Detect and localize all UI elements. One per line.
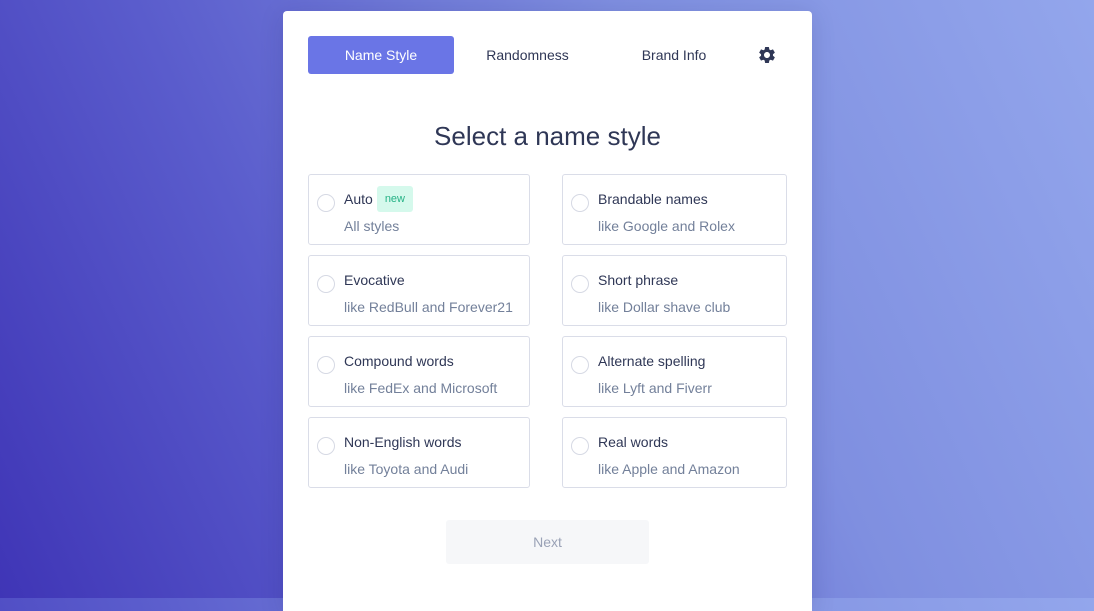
tab-bar: Name Style Randomness Brand Info <box>308 36 788 74</box>
radio-button[interactable] <box>571 437 589 455</box>
radio-button[interactable] <box>317 194 335 212</box>
option-subtitle: like Apple and Amazon <box>598 461 740 477</box>
option-title: Brandable names <box>598 191 708 207</box>
option-title: Compound words <box>344 353 454 369</box>
option-compound-words[interactable]: Compound words like FedEx and Microsoft <box>308 336 530 407</box>
new-badge: new <box>376 186 413 212</box>
option-subtitle: like Toyota and Audi <box>344 461 469 477</box>
name-style-card: Name Style Randomness Brand Info Select … <box>283 11 812 611</box>
next-button[interactable]: Next <box>446 520 649 564</box>
radio-button[interactable] <box>571 356 589 374</box>
tab-randomness[interactable]: Randomness <box>454 36 601 74</box>
page-title: Select a name style <box>434 121 661 151</box>
option-subtitle: like FedEx and Microsoft <box>344 380 498 396</box>
option-subtitle: like RedBull and Forever21 <box>344 299 513 315</box>
radio-button[interactable] <box>317 275 335 293</box>
option-real-words[interactable]: Real words like Apple and Amazon <box>562 417 787 488</box>
option-auto[interactable]: Auto new All styles <box>308 174 530 245</box>
option-subtitle: All styles <box>344 218 400 234</box>
tab-brand-info[interactable]: Brand Info <box>601 36 747 74</box>
radio-button[interactable] <box>571 194 589 212</box>
option-title-row: Auto new <box>344 186 413 212</box>
option-brandable-names[interactable]: Brandable names like Google and Rolex <box>562 174 787 245</box>
option-subtitle: like Google and Rolex <box>598 218 735 234</box>
option-alternate-spelling[interactable]: Alternate spelling like Lyft and Fiverr <box>562 336 787 407</box>
option-subtitle: like Dollar shave club <box>598 299 731 315</box>
radio-button[interactable] <box>317 437 335 455</box>
gear-icon[interactable] <box>757 45 777 65</box>
tab-name-style[interactable]: Name Style <box>308 36 454 74</box>
option-short-phrase[interactable]: Short phrase like Dollar shave club <box>562 255 787 326</box>
radio-button[interactable] <box>571 275 589 293</box>
option-title: Alternate spelling <box>598 353 706 369</box>
option-non-english-words[interactable]: Non-English words like Toyota and Audi <box>308 417 530 488</box>
option-subtitle: like Lyft and Fiverr <box>598 380 712 396</box>
radio-button[interactable] <box>317 356 335 374</box>
option-title: Non-English words <box>344 434 462 450</box>
option-title: Evocative <box>344 272 405 288</box>
option-title: Real words <box>598 434 669 450</box>
option-title: Auto <box>344 191 373 207</box>
option-evocative[interactable]: Evocative like RedBull and Forever21 <box>308 255 530 326</box>
option-title: Short phrase <box>598 272 679 288</box>
